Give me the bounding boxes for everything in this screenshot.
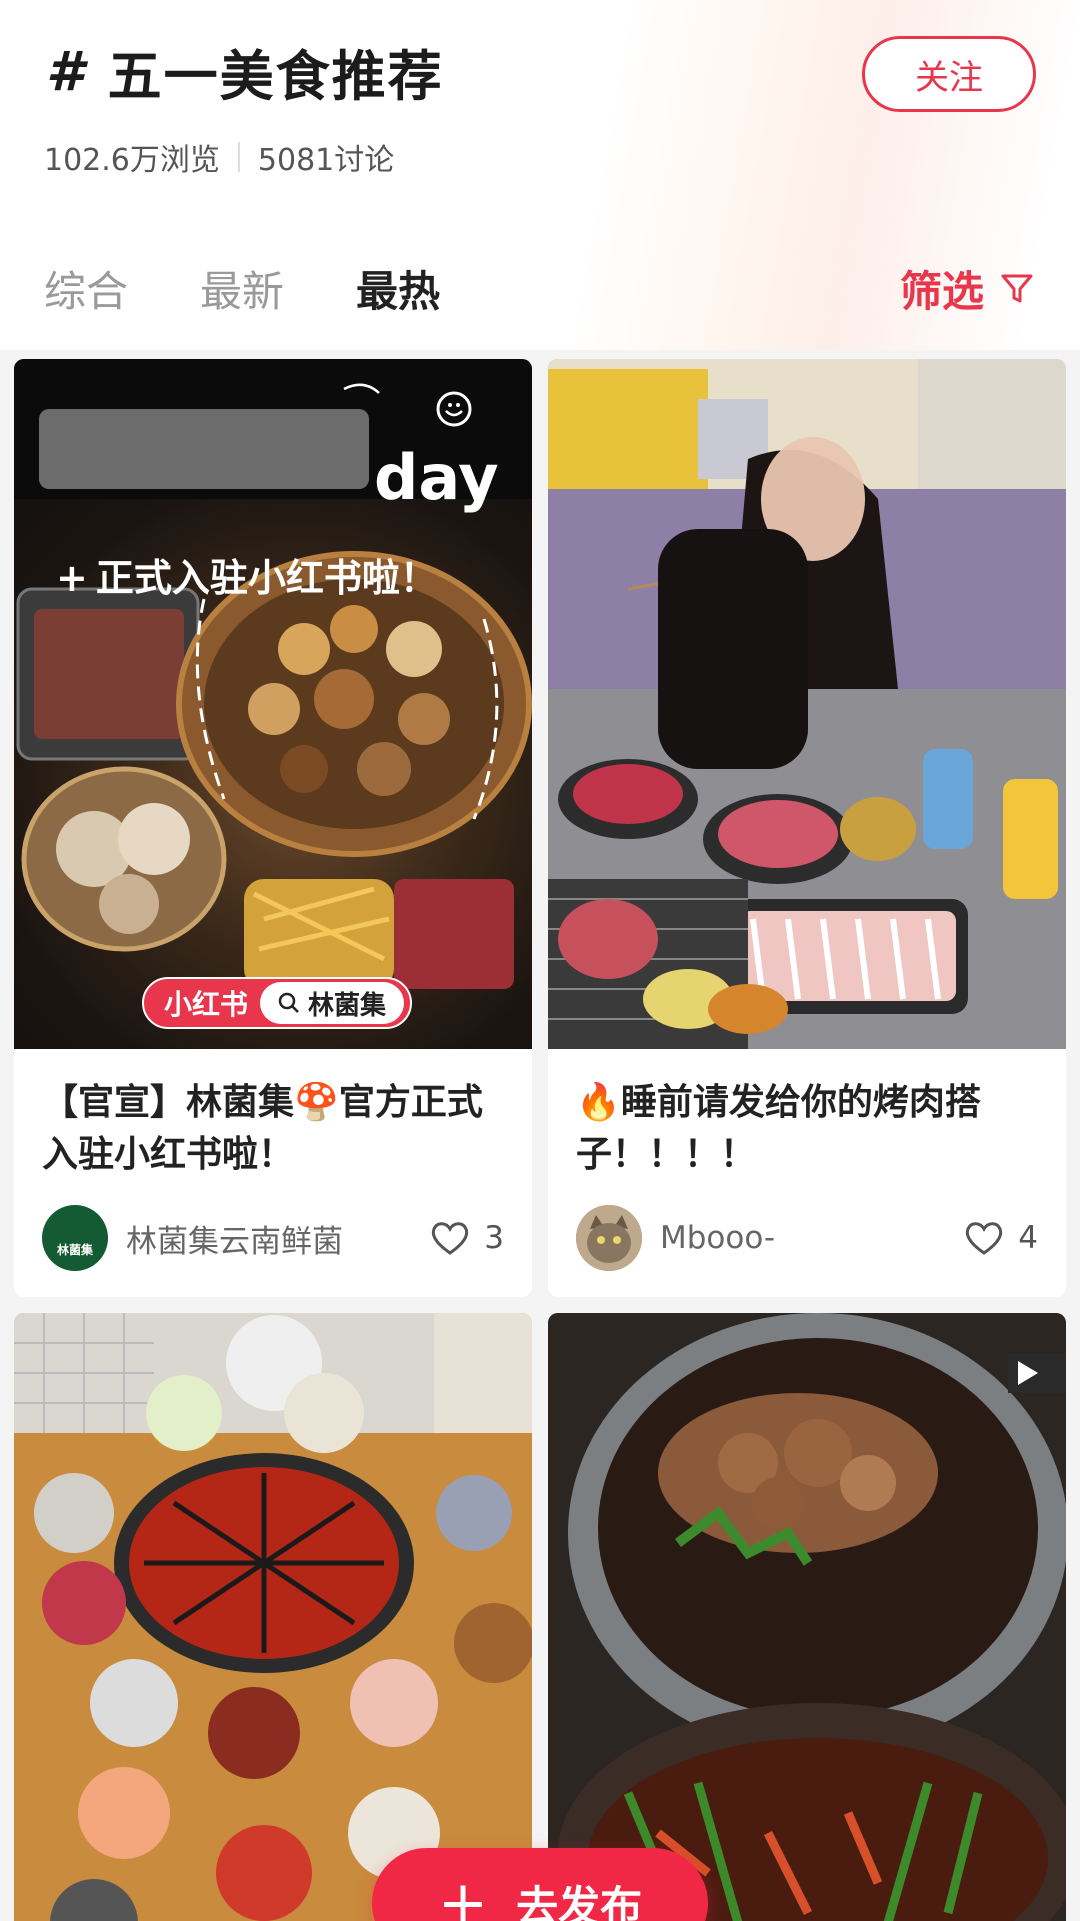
like-count: 4 [1018,1220,1038,1256]
post-title[interactable]: 🔥睡前请发给你的烤肉搭子！！！！ [576,1077,1042,1181]
avatar[interactable] [576,1205,642,1271]
post-cover-image[interactable] [14,1313,532,1921]
post-cover-image[interactable] [548,1313,1066,1921]
cover-slogan-text: 正式入驻小红书啦！ [95,556,438,600]
sparkle-icon: + [56,556,88,600]
topic-title: # 五一美食推荐 [46,32,444,111]
topic-page: # 五一美食推荐 关注 102.6万浏览 5081讨论 综合 最新 最热 筛选 [0,0,1080,1921]
hotpot-photo-illustration [14,1313,532,1921]
stats-divider [237,142,240,172]
author-name[interactable]: 林菌集云南鲜菌 [126,1216,430,1261]
cat-avatar-icon [576,1205,642,1271]
like-button[interactable]: 4 [964,1220,1038,1256]
hashtag-icon: # [46,40,86,103]
tab-hottest[interactable]: 最热 [356,258,440,319]
bbq-photo-illustration [548,359,1066,1049]
avatar[interactable]: 林菌集 [42,1205,108,1271]
post-card[interactable] [548,1313,1066,1921]
cover-slogan: + 正式入驻小红书啦！ [56,547,438,602]
discussion-count: 5081讨论 [257,143,395,178]
topic-header: # 五一美食推荐 关注 102.6万浏览 5081讨论 综合 最新 最热 筛选 [0,0,1080,350]
tab-latest[interactable]: 最新 [200,258,284,319]
frog-dish-photo-illustration [548,1313,1066,1921]
follow-button[interactable]: 关注 [862,36,1036,112]
topic-title-text: 五一美食推荐 [107,45,444,108]
views-count: 102.6万浏览 [44,143,220,178]
publish-label: 去发布 [516,1881,643,1921]
post-footer: 林菌集 林菌集云南鲜菌 3 [42,1204,504,1272]
search-icon [278,992,299,1013]
post-card[interactable] [14,1313,532,1921]
cover-badge-search-text: 林菌集 [308,990,387,1021]
post-cover-image[interactable] [548,359,1066,1049]
heart-icon [432,1222,469,1255]
plus-icon: + [437,1868,489,1921]
post-card[interactable]: day + 正式入驻小红书啦！ 小红书 林菌集 【官宣】林菌集🍄官方正式入驻小红书… [14,359,532,1297]
post-footer: Mbooo- 4 [576,1204,1038,1272]
funnel-icon [1001,274,1033,302]
post-card[interactable]: 🔥睡前请发给你的烤肉搭子！！！！ Mbooo- 4 [548,359,1066,1297]
sort-tabs: 综合 最新 最热 [44,258,512,319]
filter-button[interactable]: 筛选 [900,258,1034,319]
publish-button[interactable]: + 去发布 [372,1848,708,1921]
author-name[interactable]: Mbooo- [660,1220,964,1256]
filter-label: 筛选 [899,267,984,316]
heart-icon [966,1222,1003,1255]
avatar-text: 林菌集 [56,1242,93,1257]
post-cover-image[interactable]: day + 正式入驻小红书啦！ 小红书 林菌集 [14,359,532,1049]
topic-stats: 102.6万浏览 5081讨论 [44,135,394,179]
like-button[interactable]: 3 [430,1220,504,1256]
tab-comprehensive[interactable]: 综合 [44,258,128,319]
cover-day-text: day [374,441,499,514]
like-count: 3 [484,1220,504,1256]
cover-search-badge: 小红书 林菌集 [142,977,413,1029]
cover-badge-search: 林菌集 [260,982,405,1024]
post-title[interactable]: 【官宣】林菌集🍄官方正式入驻小红书啦！ [42,1077,508,1181]
cover-badge-brand: 小红书 [164,988,249,1021]
